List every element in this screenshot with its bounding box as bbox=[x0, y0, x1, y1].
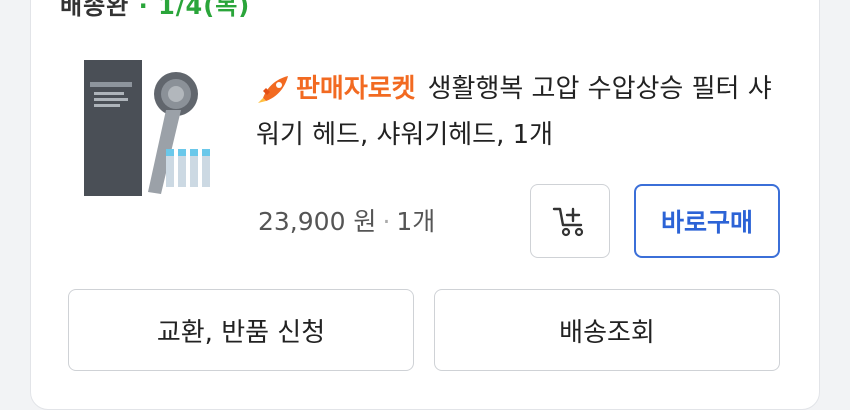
seller-rocket-badge: 판매자로켓 bbox=[256, 66, 416, 112]
exchange-return-button[interactable]: 교환, 반품 신청 bbox=[68, 289, 414, 371]
rocket-icon bbox=[258, 76, 288, 103]
product-quantity: 1개 bbox=[396, 207, 436, 236]
cut-off-status-row: 배송완 · 1/4(목) bbox=[60, 0, 251, 20]
product-title-block[interactable]: 판매자로켓 생활행복 고압 수압상승 필터 샤워기 헤드, 샤워기헤드, 1개 bbox=[256, 66, 786, 158]
shower-head-product-image bbox=[84, 60, 210, 196]
cart-plus-icon bbox=[552, 207, 584, 237]
product-price: 23,900 원 bbox=[258, 207, 377, 236]
product-image[interactable] bbox=[78, 58, 220, 208]
price-and-quantity: 23,900 원 · 1개 bbox=[258, 202, 435, 242]
add-to-cart-button[interactable] bbox=[530, 184, 610, 258]
seller-rocket-label: 판매자로켓 bbox=[296, 74, 416, 104]
buy-now-button[interactable]: 바로구매 bbox=[634, 184, 780, 258]
separator-dot: · bbox=[382, 207, 391, 236]
delivery-tracking-button[interactable]: 배송조회 bbox=[434, 289, 780, 371]
